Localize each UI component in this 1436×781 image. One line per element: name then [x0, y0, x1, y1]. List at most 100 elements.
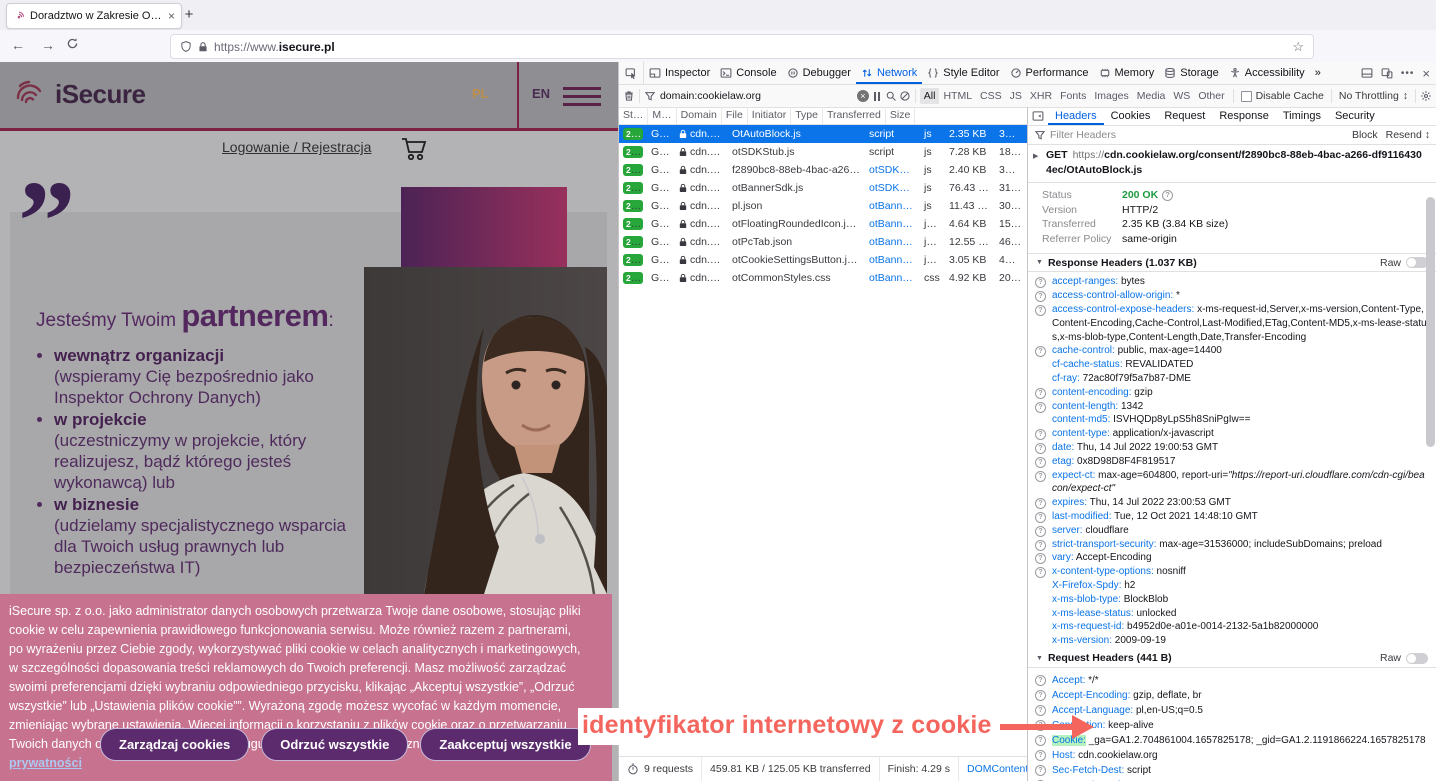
forward-icon[interactable]: →: [38, 37, 58, 53]
initiator-cell[interactable]: otBanner…: [865, 236, 920, 248]
help-icon[interactable]: ?: [1035, 305, 1046, 316]
collapse-icon[interactable]: ▼: [1036, 655, 1043, 662]
help-icon[interactable]: ?: [1035, 526, 1046, 537]
tab-style-editor[interactable]: Style Editor: [922, 62, 1004, 84]
tab-memory[interactable]: Memory: [1094, 62, 1160, 84]
help-icon[interactable]: ?: [1035, 291, 1046, 302]
site-menu-icon[interactable]: [563, 87, 601, 111]
back-icon[interactable]: ←: [8, 37, 28, 53]
type-filter-button[interactable]: All: [920, 88, 940, 104]
column-header[interactable]: Initiator: [748, 107, 791, 124]
details-tab[interactable]: Response: [1212, 107, 1276, 125]
lang-en-button[interactable]: EN: [532, 86, 550, 101]
help-icon[interactable]: ?: [1035, 553, 1046, 564]
tab-accessibility[interactable]: Accessibility: [1224, 62, 1310, 84]
more-tabs-icon[interactable]: »: [1310, 62, 1326, 84]
type-filter-button[interactable]: Other: [1194, 88, 1228, 104]
initiator-cell[interactable]: otBanner…: [865, 254, 920, 266]
help-icon[interactable]: ?: [1035, 750, 1046, 761]
site-logo[interactable]: iSecure: [12, 74, 145, 114]
clear-requests-icon[interactable]: [623, 90, 635, 102]
column-header[interactable]: Domain: [677, 107, 722, 124]
tab-console[interactable]: Console: [715, 62, 781, 84]
disable-cache-checkbox[interactable]: Disable Cache: [1238, 90, 1327, 102]
request-row[interactable]: 200 GET cdn.co… otPcTab.json otBanner… j…: [619, 233, 1027, 251]
request-filter-input[interactable]: domain:cookielaw.org: [644, 90, 855, 102]
tab-debugger[interactable]: Debugger: [782, 62, 856, 84]
request-url-line[interactable]: ▶ GEThttps://cdn.cookielaw.org/consent/f…: [1028, 144, 1436, 183]
collapse-pane-icon[interactable]: [1032, 110, 1044, 122]
help-icon[interactable]: ?: [1035, 277, 1046, 288]
lock-icon[interactable]: [198, 41, 208, 53]
details-tab[interactable]: Security: [1328, 107, 1382, 125]
column-header[interactable]: Type: [791, 107, 823, 124]
help-icon[interactable]: ?: [1035, 765, 1046, 776]
tab-storage[interactable]: Storage: [1159, 62, 1224, 84]
request-row[interactable]: 200 GET cdn.co… pl.json otBanner… js 11.…: [619, 197, 1027, 215]
help-icon[interactable]: ?: [1035, 540, 1046, 551]
column-header[interactable]: File: [722, 107, 748, 124]
help-icon[interactable]: ?: [1035, 567, 1046, 578]
help-icon[interactable]: ?: [1035, 690, 1046, 701]
throttling-select[interactable]: No Throttling↕: [1336, 90, 1411, 102]
raw-toggle[interactable]: [1406, 257, 1428, 268]
column-header[interactable]: St…: [619, 107, 648, 124]
pick-element-icon[interactable]: [619, 62, 644, 84]
cookie-banner-button[interactable]: Odrzuć wszystkie: [261, 728, 408, 761]
raw-toggle[interactable]: [1406, 653, 1428, 664]
search-icon[interactable]: [885, 90, 897, 102]
help-icon[interactable]: ?: [1035, 346, 1046, 357]
request-row[interactable]: 200 GET cdn.co… otBannerSdk.js otSDKSt… …: [619, 179, 1027, 197]
cookie-banner-button[interactable]: Zarządzaj cookies: [100, 728, 249, 761]
request-row[interactable]: 200 GET cdn.co… otFloatingRoundedIcon.js…: [619, 215, 1027, 233]
column-header[interactable]: M…: [648, 107, 676, 124]
block-button[interactable]: Block: [1352, 129, 1378, 141]
help-icon[interactable]: ?: [1162, 190, 1173, 201]
request-row[interactable]: 200 GET cdn.co… otCookieSettingsButton.j…: [619, 251, 1027, 269]
type-filter-button[interactable]: CSS: [976, 88, 1006, 104]
initiator-cell[interactable]: script: [865, 128, 920, 140]
help-icon[interactable]: ?: [1035, 429, 1046, 440]
details-tab[interactable]: Headers: [1048, 107, 1104, 125]
help-icon[interactable]: ?: [1035, 402, 1046, 413]
request-row[interactable]: 200 GET cdn.co… OtAutoBlock.js script js…: [619, 125, 1027, 143]
help-icon[interactable]: ?: [1035, 498, 1046, 509]
type-filter-button[interactable]: HTML: [939, 88, 976, 104]
filter-headers-input[interactable]: Filter Headers: [1050, 129, 1116, 141]
url-bar[interactable]: https://www.isecure.pl ☆: [170, 34, 1314, 59]
network-settings-gear-icon[interactable]: [1420, 90, 1432, 102]
help-icon[interactable]: ?: [1035, 388, 1046, 399]
lang-pl-button[interactable]: PL: [472, 86, 489, 101]
initiator-cell[interactable]: otBanner…: [865, 272, 920, 284]
request-headers-section[interactable]: ▼ Request Headers (441 B) Raw: [1028, 650, 1436, 668]
type-filter-button[interactable]: Images: [1090, 88, 1132, 104]
initiator-cell[interactable]: otBanner…: [865, 200, 920, 212]
cookie-banner-button[interactable]: Zaakceptuj wszystkie: [420, 728, 590, 761]
expand-icon[interactable]: ▶: [1033, 149, 1038, 164]
request-row[interactable]: 200 GET cdn.co… otCommonStyles.css otBan…: [619, 269, 1027, 287]
devtools-menu-icon[interactable]: •••: [1401, 68, 1415, 79]
login-link[interactable]: Logowanie / Rejestracja: [222, 139, 371, 155]
devtools-close-icon[interactable]: ×: [1422, 66, 1430, 81]
collapse-icon[interactable]: ▼: [1036, 259, 1043, 266]
responsive-design-icon[interactable]: [1381, 67, 1393, 79]
resend-button[interactable]: Resend ↕: [1386, 129, 1430, 141]
type-filter-button[interactable]: Media: [1133, 88, 1170, 104]
initiator-cell[interactable]: otSDKSt…: [865, 164, 920, 176]
bookmark-star-icon[interactable]: ☆: [1292, 39, 1304, 55]
details-tab[interactable]: Cookies: [1104, 107, 1158, 125]
tab-close-icon[interactable]: ×: [168, 10, 175, 22]
type-filter-button[interactable]: WS: [1169, 88, 1194, 104]
help-icon[interactable]: ?: [1035, 512, 1046, 523]
cart-icon[interactable]: [400, 136, 428, 162]
initiator-cell[interactable]: otSDKSt…: [865, 182, 920, 194]
scrollbar-thumb[interactable]: [1426, 197, 1435, 447]
clear-filter-icon[interactable]: ×: [857, 90, 869, 102]
shield-icon[interactable]: [180, 40, 192, 53]
help-icon[interactable]: ?: [1035, 471, 1046, 482]
reload-icon[interactable]: [66, 37, 86, 50]
help-icon[interactable]: ?: [1035, 675, 1046, 686]
split-console-icon[interactable]: [1361, 67, 1373, 79]
block-url-icon[interactable]: [899, 90, 911, 102]
initiator-cell[interactable]: script: [865, 146, 920, 158]
